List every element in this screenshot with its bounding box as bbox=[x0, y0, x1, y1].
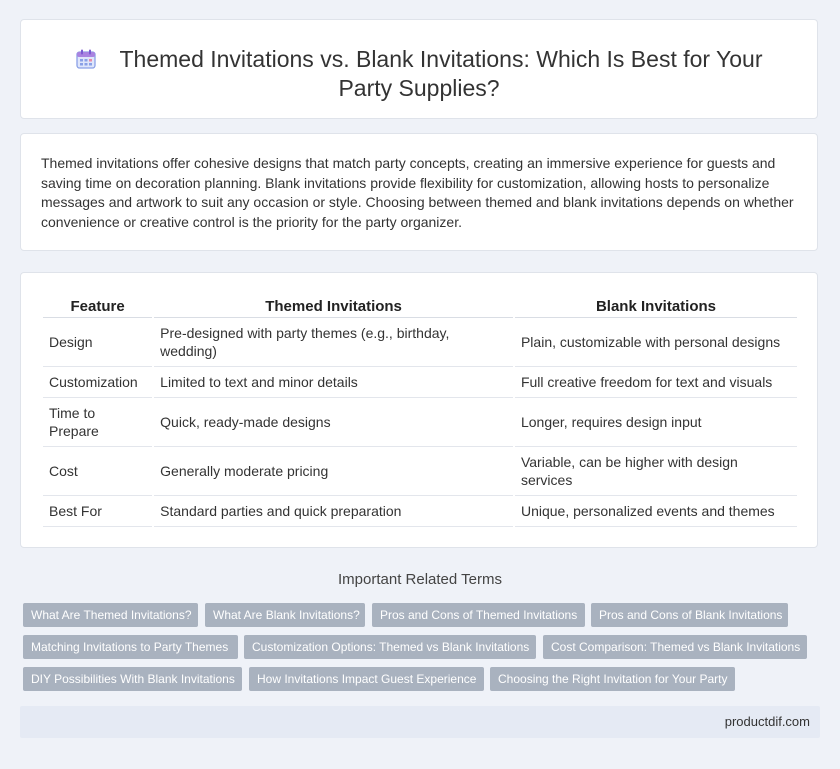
comparison-table: Feature Themed Invitations Blank Invitat… bbox=[41, 295, 799, 527]
intro-card: Themed invitations offer cohesive design… bbox=[20, 133, 818, 251]
related-terms-title: Important Related Terms bbox=[338, 571, 502, 588]
table-cell: Longer, requires design input bbox=[514, 398, 797, 447]
related-tag[interactable]: Pros and Cons of Themed Invitations bbox=[372, 603, 585, 627]
table-cell: Unique, personalized events and themes bbox=[514, 496, 797, 527]
table-row: Customization Limited to text and minor … bbox=[43, 367, 797, 398]
table-cell: Best For bbox=[43, 496, 153, 527]
table-cell: Limited to text and minor details bbox=[154, 367, 513, 398]
table-cell: Quick, ready-made designs bbox=[154, 398, 513, 447]
table-cell: Standard parties and quick preparation bbox=[154, 496, 513, 527]
related-tag[interactable]: Choosing the Right Invitation for Your P… bbox=[490, 667, 735, 691]
header-blank: Blank Invitations bbox=[514, 295, 797, 318]
table-cell: Time to Prepare bbox=[43, 398, 153, 447]
table-row: Design Pre-designed with party themes (e… bbox=[43, 318, 797, 367]
header-card: Themed Invitations vs. Blank Invitations… bbox=[20, 19, 818, 119]
table-row: Cost Generally moderate pricing Variable… bbox=[43, 447, 797, 496]
table-cell: Full creative freedom for text and visua… bbox=[514, 367, 797, 398]
page-title: Themed Invitations vs. Blank Invitations… bbox=[61, 45, 777, 103]
table-cell: Customization bbox=[43, 367, 153, 398]
related-tag[interactable]: DIY Possibilities With Blank Invitations bbox=[23, 667, 242, 691]
table-row: Time to Prepare Quick, ready-made design… bbox=[43, 398, 797, 447]
header-themed: Themed Invitations bbox=[154, 295, 513, 318]
intro-paragraph: Themed invitations offer cohesive design… bbox=[41, 155, 794, 230]
related-tag[interactable]: Pros and Cons of Blank Invitations bbox=[591, 603, 788, 627]
related-tag[interactable]: What Are Themed Invitations? bbox=[23, 603, 198, 627]
footer: productdif.com bbox=[20, 706, 820, 738]
table-cell: Variable, can be higher with design serv… bbox=[514, 447, 797, 496]
table-row: Best For Standard parties and quick prep… bbox=[43, 496, 797, 527]
page-title-text: Themed Invitations vs. Blank Invitations… bbox=[119, 46, 763, 101]
title-wrap: Themed Invitations vs. Blank Invitations… bbox=[61, 45, 777, 103]
site-credit[interactable]: productdif.com bbox=[725, 714, 810, 729]
table-cell: Cost bbox=[43, 447, 153, 496]
related-tag[interactable]: Matching Invitations to Party Themes bbox=[23, 635, 238, 659]
calendar-icon bbox=[76, 49, 97, 69]
related-tag[interactable]: What Are Blank Invitations? bbox=[205, 603, 365, 627]
table-cell: Plain, customizable with personal design… bbox=[514, 318, 797, 367]
header-feature: Feature bbox=[43, 295, 153, 318]
table-cell: Generally moderate pricing bbox=[154, 447, 513, 496]
comparison-card: Feature Themed Invitations Blank Invitat… bbox=[20, 272, 818, 548]
table-cell: Pre-designed with party themes (e.g., bi… bbox=[154, 318, 513, 367]
table-header-row: Feature Themed Invitations Blank Invitat… bbox=[43, 295, 797, 318]
related-tag[interactable]: How Invitations Impact Guest Experience bbox=[249, 667, 484, 691]
table-cell: Design bbox=[43, 318, 153, 367]
related-tag[interactable]: Customization Options: Themed vs Blank I… bbox=[244, 635, 536, 659]
related-tag[interactable]: Cost Comparison: Themed vs Blank Invitat… bbox=[543, 635, 807, 659]
